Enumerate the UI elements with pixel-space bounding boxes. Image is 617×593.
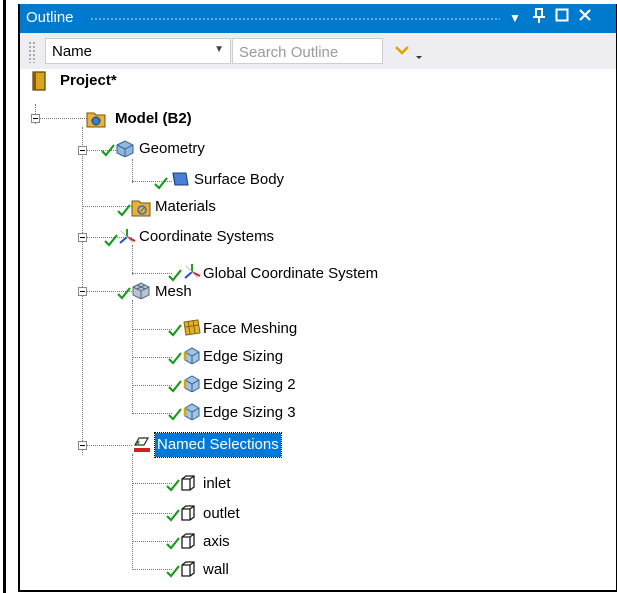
- named-selection-box-icon: [181, 505, 195, 521]
- tree-label: Coordinate Systems: [139, 228, 275, 245]
- adjacent-panel-edge: [0, 0, 9, 593]
- status-check-icon: [168, 408, 182, 421]
- status-check-icon: [104, 234, 118, 247]
- geometry-icon: [116, 140, 134, 157]
- tree-label: axis: [203, 533, 230, 550]
- outline-toolbar: Name ▼: [20, 33, 616, 69]
- close-icon[interactable]: [576, 8, 594, 28]
- status-check-icon: [166, 479, 180, 492]
- mesh-icon: [132, 282, 150, 299]
- tree-item-model[interactable]: Model (B2): [20, 107, 320, 131]
- status-check-icon: [168, 380, 182, 393]
- status-check-icon: [168, 324, 182, 337]
- surface-body-icon: [172, 172, 189, 186]
- maximize-icon[interactable]: [553, 8, 571, 28]
- tree-label-selected: Named Selections: [154, 432, 282, 458]
- edge-sizing-icon: [183, 403, 200, 420]
- tree-item-inlet[interactable]: inlet: [20, 472, 280, 496]
- title-drag-grip[interactable]: [90, 17, 500, 21]
- tree-item-named-selections[interactable]: Named Selections: [20, 432, 340, 458]
- tree-label: Geometry: [139, 140, 205, 157]
- tree-label: Model (B2): [115, 110, 192, 127]
- materials-icon: [131, 200, 151, 217]
- tree-label: Edge Sizing 3: [203, 404, 296, 421]
- tree-item-edge-sizing[interactable]: Edge Sizing: [20, 345, 340, 369]
- tree-item-edge-sizing-2[interactable]: Edge Sizing 2: [20, 373, 340, 397]
- search-options-chevron-icon: [395, 46, 422, 59]
- panel-title: Outline: [26, 9, 74, 26]
- tree-label: Mesh: [155, 283, 192, 300]
- chevron-down-icon: ▼: [214, 44, 224, 55]
- named-selection-box-icon: [181, 561, 195, 577]
- named-selection-box-icon: [181, 475, 195, 491]
- tree-label: Face Meshing: [203, 320, 298, 337]
- face-meshing-icon: [183, 319, 201, 336]
- tree-item-axis[interactable]: axis: [20, 530, 280, 554]
- tree-item-face-meshing[interactable]: Face Meshing: [20, 317, 340, 341]
- tree-item-geometry[interactable]: Geometry: [20, 137, 320, 161]
- search-options-button[interactable]: [392, 38, 432, 64]
- tree-item-edge-sizing-3[interactable]: Edge Sizing 3: [20, 401, 340, 425]
- tree-item-wall[interactable]: wall: [20, 558, 280, 582]
- tree-label: Materials: [155, 198, 216, 215]
- status-check-x-icon: [154, 177, 168, 190]
- filter-type-dropdown[interactable]: Name ▼: [45, 38, 231, 64]
- pin-icon[interactable]: [530, 8, 548, 28]
- status-check-icon: [166, 537, 180, 550]
- status-check-icon: [117, 287, 131, 300]
- tree-item-project[interactable]: Project*: [20, 69, 320, 93]
- tree-item-surface-body[interactable]: Surface Body: [20, 168, 340, 192]
- tree-label: Edge Sizing 2: [203, 376, 296, 393]
- status-check-icon: [117, 204, 131, 217]
- search-outline-field[interactable]: [232, 38, 383, 64]
- outline-panel: Outline ▼ Name ▼ Search Outline Project*…: [18, 4, 617, 592]
- status-check-icon: [168, 352, 182, 365]
- outline-tree: Project* Model (B2) Geometry Surface Bod…: [20, 69, 616, 590]
- tree-label: inlet: [203, 475, 231, 492]
- search-input[interactable]: [237, 40, 381, 64]
- named-selection-box-icon: [181, 533, 195, 549]
- filter-type-value: Name: [52, 43, 93, 60]
- window-position-dropdown-icon[interactable]: ▼: [506, 8, 524, 28]
- edge-sizing-icon: [183, 347, 200, 364]
- tree-label: Surface Body: [194, 171, 285, 188]
- tree-item-outlet[interactable]: outlet: [20, 502, 280, 526]
- toolbar-grip[interactable]: [28, 41, 36, 63]
- tree-label: Project*: [60, 72, 117, 89]
- tree-label: wall: [203, 561, 229, 578]
- tree-item-coordinate-systems[interactable]: Coordinate Systems: [20, 225, 340, 249]
- tree-item-materials[interactable]: Materials: [20, 195, 320, 219]
- status-check-icon: [101, 144, 115, 157]
- project-icon: [32, 71, 46, 91]
- tree-label: Edge Sizing: [203, 348, 284, 365]
- status-check-icon: [166, 509, 180, 522]
- tree-item-mesh[interactable]: Mesh: [20, 280, 320, 304]
- tree-label: outlet: [203, 505, 240, 522]
- global-coordinate-system-icon: [184, 264, 201, 279]
- coordinate-systems-icon: [119, 229, 136, 244]
- named-selections-icon: [133, 437, 150, 452]
- panel-title-bar[interactable]: Outline ▼: [20, 4, 616, 33]
- status-check-icon: [166, 565, 180, 578]
- model-icon: [86, 112, 106, 128]
- edge-sizing-icon: [183, 375, 200, 392]
